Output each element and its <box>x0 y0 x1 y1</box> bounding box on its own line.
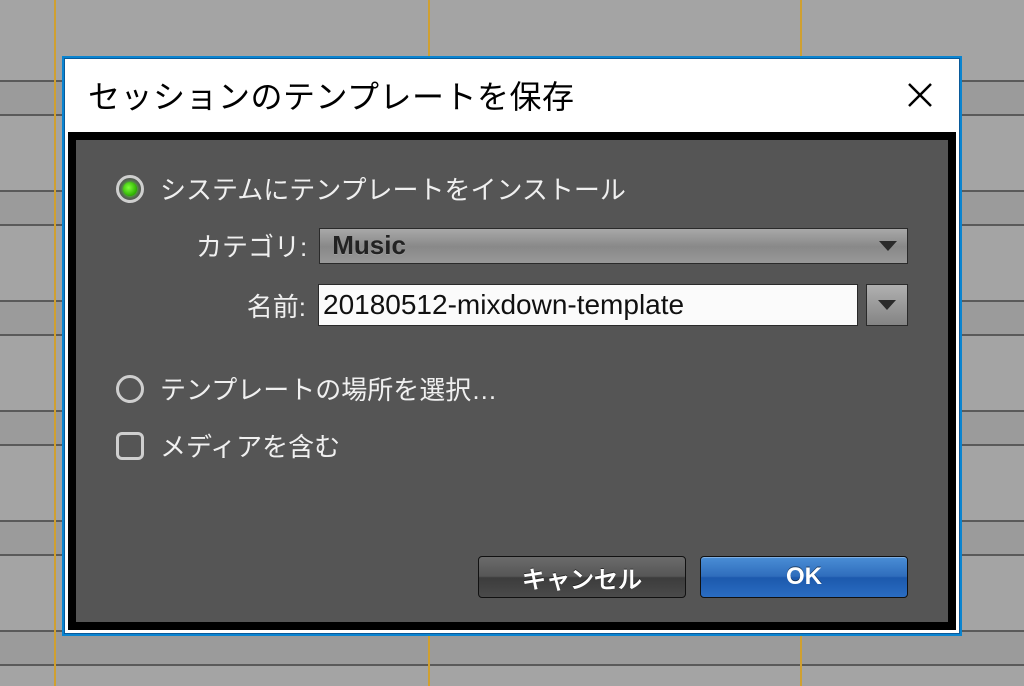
cancel-button[interactable]: キャンセル <box>478 556 686 598</box>
cancel-button-label: キャンセル <box>522 560 642 595</box>
dialog-body: システムにテンプレートをインストール カテゴリ: Music 名前: <box>68 132 956 630</box>
dialog-titlebar: セッションのテンプレートを保存 <box>64 58 960 132</box>
checkbox-include-media-row[interactable]: メディアを含む <box>116 427 908 464</box>
dialog-button-row: キャンセル OK <box>116 550 908 598</box>
checkbox-include-media-label: メディアを含む <box>160 427 340 464</box>
radio-install-to-system[interactable] <box>116 175 144 203</box>
close-icon <box>907 82 933 108</box>
category-dropdown[interactable]: Music <box>319 228 908 264</box>
name-label: 名前: <box>196 287 306 324</box>
name-input[interactable] <box>318 284 858 326</box>
close-button[interactable] <box>898 73 942 117</box>
chevron-down-icon <box>878 300 896 310</box>
dialog-title: セッションのテンプレートを保存 <box>88 72 888 118</box>
form-area: システムにテンプレートをインストール カテゴリ: Music 名前: <box>116 170 908 550</box>
category-row: カテゴリ: Music <box>116 227 908 264</box>
radio-choose-location-label: テンプレートの場所を選択… <box>160 370 497 407</box>
radio-choose-location[interactable] <box>116 375 144 403</box>
ok-button[interactable]: OK <box>700 556 908 598</box>
save-session-template-dialog: セッションのテンプレートを保存 システムにテンプレートをインストール カテゴリ:… <box>62 56 962 636</box>
name-history-button[interactable] <box>866 284 908 326</box>
radio-choose-location-row[interactable]: テンプレートの場所を選択… <box>116 370 908 407</box>
checkbox-include-media[interactable] <box>116 432 144 460</box>
category-label: カテゴリ: <box>196 227 307 264</box>
category-value: Music <box>332 230 406 261</box>
radio-install-to-system-label: システムにテンプレートをインストール <box>160 170 626 207</box>
ok-button-label: OK <box>786 563 822 591</box>
radio-install-to-system-row[interactable]: システムにテンプレートをインストール <box>116 170 908 207</box>
chevron-down-icon <box>879 241 897 251</box>
name-row: 名前: <box>116 284 908 326</box>
